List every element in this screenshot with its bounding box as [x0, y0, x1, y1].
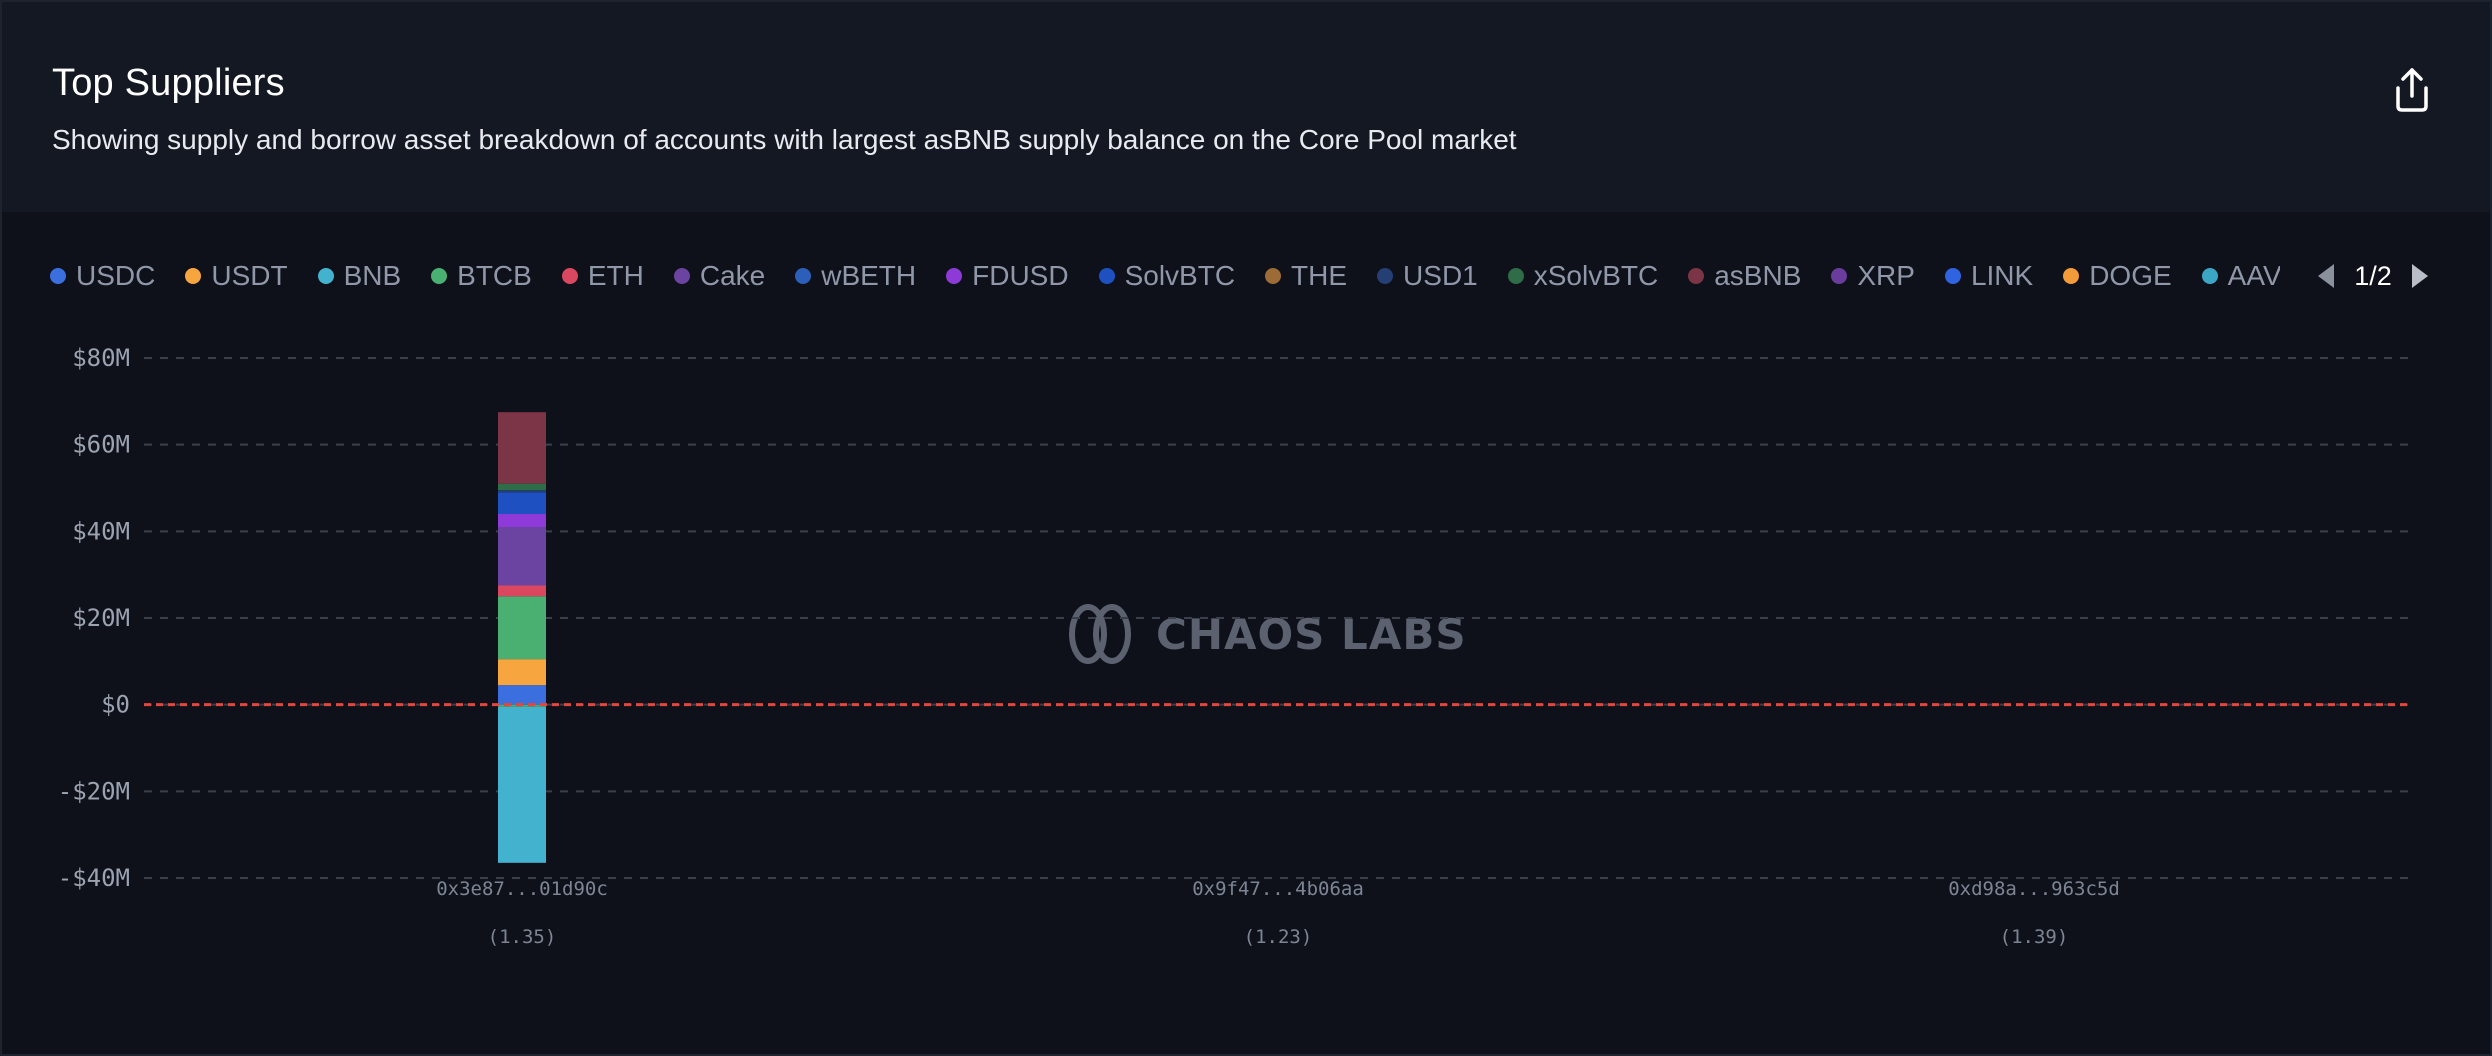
legend-dot [1831, 268, 1848, 284]
card-header: Top Suppliers Showing supply and borrow … [2, 2, 2490, 212]
y-tick-label: $60M [72, 431, 130, 459]
legend-label: USD1 [1403, 260, 1478, 291]
bar-segment-xsolvbtc[interactable] [498, 483, 546, 491]
y-tick-label: -$40M [58, 864, 130, 892]
bar-segment-usd1[interactable] [498, 490, 546, 493]
legend-item-aave[interactable]: AAVE [2201, 254, 2280, 298]
legend-label: BTCB [457, 260, 532, 291]
x-category-label: 0x3e87...01d90c [436, 878, 608, 900]
top-suppliers-card: Top Suppliers Showing supply and borrow … [0, 0, 2492, 1056]
legend-item-btcb[interactable]: BTCB [431, 254, 532, 298]
legend-item-link[interactable]: LINK [1944, 254, 2034, 298]
legend-label: LINK [1970, 260, 2034, 291]
bar-segment-usdc[interactable] [498, 685, 546, 705]
legend-dot [2063, 268, 2080, 284]
legend-item-the[interactable]: THE [1265, 254, 1347, 298]
legend-label: Cake [699, 260, 766, 291]
legend-dot [1098, 268, 1115, 284]
legend-label: XRP [1857, 260, 1915, 291]
legend-item-wbeth[interactable]: wBETH [795, 254, 916, 298]
card-title: Top Suppliers [52, 62, 285, 104]
bar-segment-bnb[interactable] [498, 706, 546, 863]
legend-dot [673, 268, 690, 284]
legend-item-eth[interactable]: ETH [561, 254, 644, 298]
legend-pager: 1/2 [2312, 254, 2462, 298]
bar-segment-usdt[interactable] [498, 659, 546, 686]
y-tick-label: $0 [101, 691, 130, 719]
legend-item-xsolvbtc[interactable]: xSolvBTC [1507, 254, 1659, 298]
bar-segment-fdusd[interactable] [498, 514, 546, 527]
legend-label: xSolvBTC [1533, 260, 1659, 291]
x-category-sublabel: (1.39) [2000, 926, 2069, 948]
legend-label: FDUSD [972, 260, 1069, 291]
legend-page-indicator: 1/2 [2354, 260, 2392, 291]
y-tick-label: $20M [72, 604, 130, 632]
x-category-sublabel: (1.35) [488, 926, 557, 948]
stacked-bar-chart: CHAOS LABS $80M$60M$40M$20M$0-$20M-$40M … [58, 344, 2412, 948]
x-category-label: 0xd98a...963c5d [1948, 878, 2120, 900]
legend-item-fdusd[interactable]: FDUSD [946, 254, 1069, 298]
legend-dot [1944, 268, 1961, 284]
legend-label: THE [1291, 260, 1348, 291]
legend-label: USDC [76, 260, 156, 291]
chaos-labs-watermark: CHAOS LABS [1069, 604, 1466, 664]
bar-segment-btcb[interactable] [498, 596, 546, 660]
legend-item-bnb[interactable]: BNB [317, 254, 402, 298]
legend-dot [946, 268, 963, 284]
bar-segment-eth[interactable] [498, 585, 546, 597]
share-icon [2396, 68, 2428, 112]
legend-item-xrp[interactable]: XRP [1831, 254, 1915, 298]
legend-item-solvbtc[interactable]: SolvBTC [1098, 254, 1236, 298]
legend-dot [1265, 268, 1282, 284]
legend-label: USDT [211, 260, 288, 291]
y-tick-label: $80M [72, 344, 130, 372]
y-tick-label: $40M [72, 517, 130, 545]
legend-dot [1688, 268, 1705, 284]
legend-dot [1507, 268, 1524, 284]
legend-dot [50, 268, 66, 284]
bar-segment-cake[interactable] [498, 527, 546, 586]
chart-legend: USDC USDT BNB BTCB ETH Cake wBETH FDUSD SolvBTC T… [50, 254, 2280, 298]
legend-dot [185, 268, 202, 284]
legend-dot [2201, 268, 2218, 284]
legend-dot [317, 268, 334, 284]
legend-item-usdt[interactable]: USDT [185, 254, 288, 298]
legend-label: BNB [343, 260, 402, 291]
legend-item-asbnb[interactable]: asBNB [1688, 254, 1801, 298]
legend-label: SolvBTC [1124, 260, 1236, 291]
legend-item-cake[interactable]: Cake [673, 254, 766, 298]
legend-label: asBNB [1714, 260, 1802, 291]
legend-item-doge[interactable]: DOGE [2063, 254, 2172, 298]
legend-label: wBETH [821, 260, 917, 291]
y-tick-label: -$20M [58, 777, 130, 805]
legend-item-usdc[interactable]: USDC [50, 254, 155, 298]
x-category-label: 0x9f47...4b06aa [1192, 878, 1364, 900]
legend-dot [1377, 268, 1394, 284]
legend-dot [431, 268, 448, 284]
x-category-sublabel: (1.23) [1244, 926, 1313, 948]
legend-dot [561, 268, 578, 284]
legend-label: AAVE [2227, 260, 2280, 291]
bar-segment-solvbtc[interactable] [498, 492, 546, 514]
legend-item-usd1[interactable]: USD1 [1377, 254, 1478, 298]
legend-label: DOGE [2089, 260, 2172, 291]
card-subtitle: Showing supply and borrow asset breakdow… [52, 124, 1517, 155]
legend-next-icon[interactable] [2408, 260, 2434, 292]
legend-prev-icon[interactable] [2312, 260, 2338, 292]
bar-segment-asbnb[interactable] [498, 412, 546, 484]
export-button[interactable] [2384, 62, 2440, 118]
legend-dot [795, 268, 812, 284]
legend-label: ETH [587, 260, 644, 291]
